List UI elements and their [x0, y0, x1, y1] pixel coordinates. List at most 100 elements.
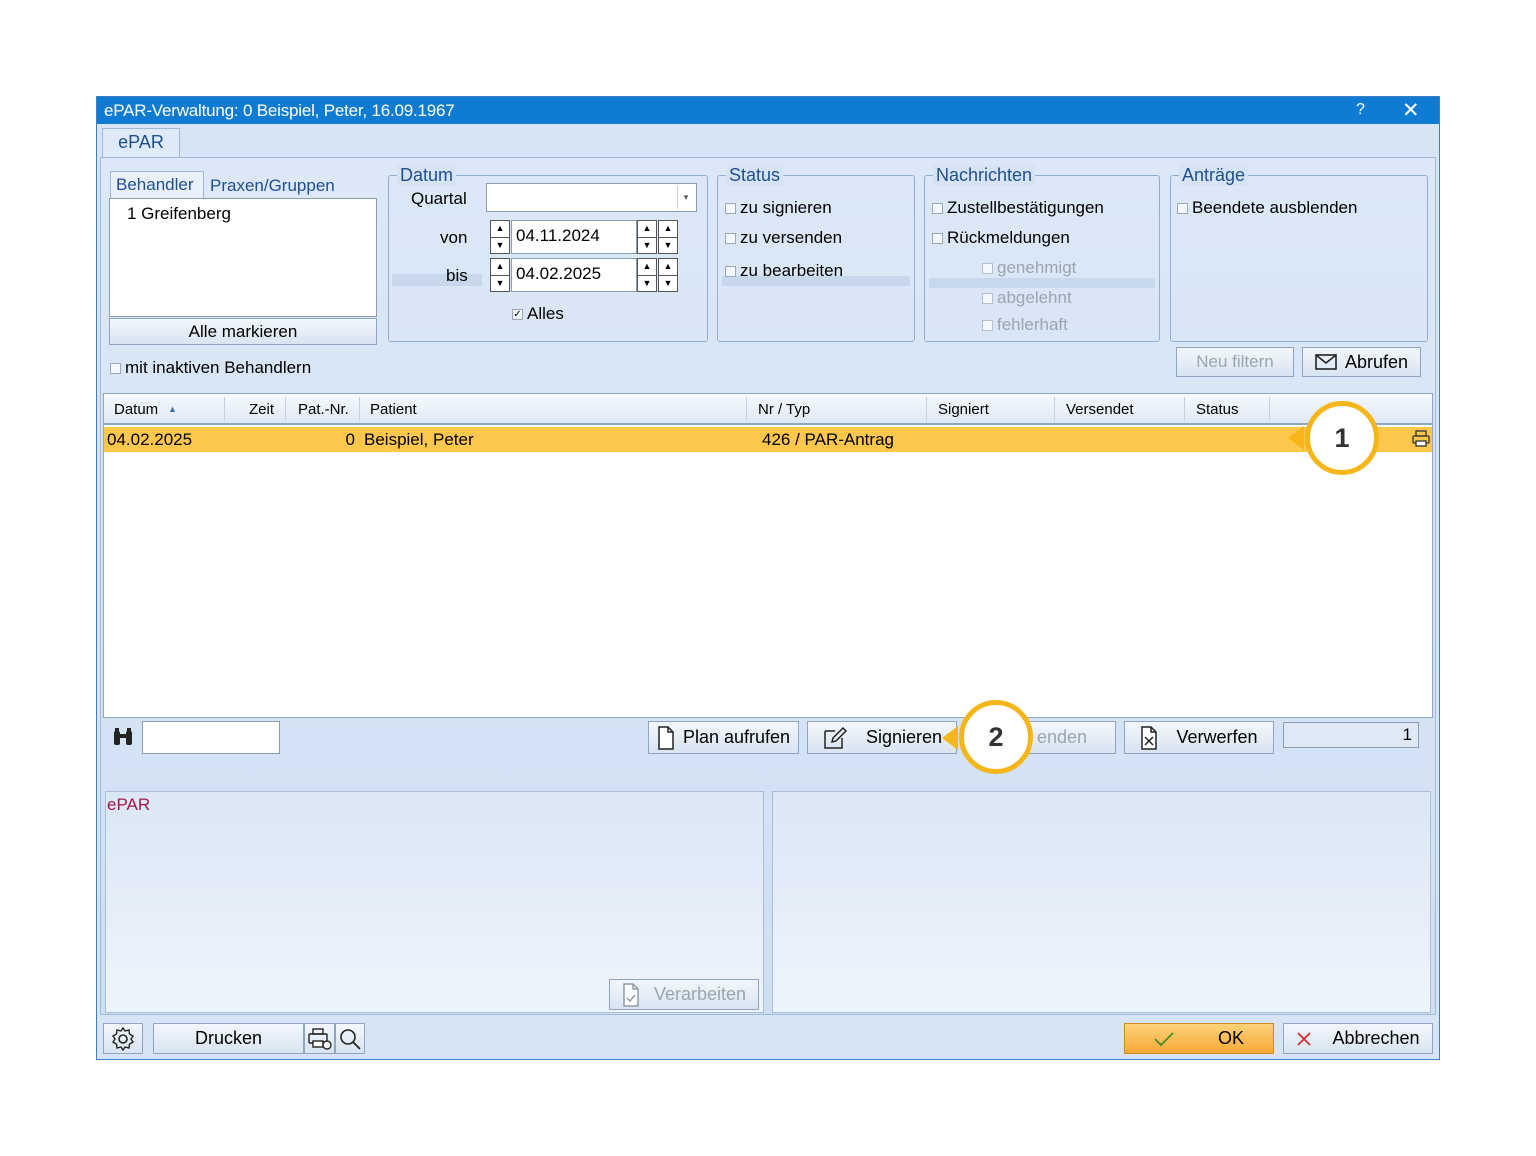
ok-button[interactable]: OK [1124, 1023, 1274, 1054]
help-button[interactable]: ? [1356, 101, 1365, 119]
printer-icon[interactable] [1412, 430, 1430, 448]
up-arrow-icon[interactable]: ▲ [659, 221, 677, 237]
table-header: Datum ▲ Zeit Pat.-Nr. Patient Nr / Typ S… [104, 394, 1432, 425]
search-input[interactable] [142, 721, 280, 754]
table-row[interactable]: 04.02.2025 0 Beispiel, Peter 426 / PAR-A… [104, 427, 1432, 452]
column-header-pat-nr[interactable]: Pat.-Nr. [298, 401, 349, 418]
verwerfen-button[interactable]: Verwerfen [1124, 721, 1274, 754]
inactive-behandler-checkbox[interactable]: mit inaktiven Behandlern [110, 358, 311, 378]
von-spinner-day[interactable]: ▲ ▼ [637, 220, 657, 254]
callout-1: 1 [1305, 401, 1379, 475]
settings-button[interactable] [103, 1023, 143, 1054]
checkbox-box[interactable] [982, 292, 993, 304]
column-separator[interactable] [746, 397, 747, 421]
down-arrow-icon[interactable]: ▼ [491, 236, 509, 254]
behandler-list[interactable]: 1 Greifenberg [109, 198, 377, 317]
down-arrow-icon[interactable]: ▼ [659, 274, 677, 292]
column-header-signiert[interactable]: Signiert [938, 401, 989, 418]
checkbox-checked[interactable]: ✓ [512, 308, 523, 320]
checkbox-box[interactable] [982, 319, 993, 331]
mark-all-button[interactable]: Alle markieren [109, 318, 377, 345]
checkbox-box[interactable] [725, 202, 736, 214]
signieren-label: Signieren [865, 727, 943, 747]
ok-label: OK [1217, 1028, 1244, 1048]
document-icon [658, 725, 674, 750]
bis-spinner-day[interactable]: ▲ ▼ [637, 258, 657, 292]
down-arrow-icon[interactable]: ▼ [659, 236, 677, 254]
column-separator[interactable] [926, 397, 927, 421]
up-arrow-icon[interactable]: ▲ [638, 259, 656, 275]
column-header-status[interactable]: Status [1196, 401, 1239, 418]
signieren-button[interactable]: Signieren [807, 721, 957, 754]
chevron-down-icon[interactable]: ▾ [677, 186, 694, 209]
tab-epar[interactable]: ePAR [102, 128, 180, 158]
list-item[interactable]: 1 Greifenberg [127, 204, 231, 224]
fehlerhaft-checkbox[interactable]: fehlerhaft [982, 315, 1068, 335]
quartal-select[interactable]: ▾ [486, 183, 697, 212]
abgelehnt-checkbox[interactable]: abgelehnt [982, 288, 1072, 308]
von-date-field[interactable]: 04.11.2024 [511, 220, 637, 254]
up-arrow-icon[interactable]: ▲ [659, 259, 677, 275]
bis-date-field[interactable]: 04.02.2025 [511, 258, 637, 292]
print-settings-button[interactable] [304, 1023, 335, 1054]
group-title: Status [726, 165, 784, 186]
column-separator[interactable] [224, 397, 225, 421]
checkbox-box[interactable] [1177, 202, 1188, 214]
zu-versenden-checkbox[interactable]: zu versenden [725, 228, 842, 248]
checkbox-box[interactable] [725, 232, 736, 244]
plan-aufrufen-button[interactable]: Plan aufrufen [648, 721, 799, 754]
checkbox-box[interactable] [110, 362, 121, 374]
bis-label: bis [446, 266, 468, 285]
drucken-label: Drucken [194, 1028, 263, 1048]
verwerfen-label: Verwerfen [1176, 727, 1258, 747]
checkbox-box[interactable] [932, 202, 943, 214]
bis-spinner-month[interactable]: ▲ ▼ [658, 258, 678, 292]
column-separator[interactable] [359, 397, 360, 421]
alles-checkbox[interactable]: ✓ Alles [512, 304, 564, 324]
verarbeiten-button[interactable]: Verarbeiten [609, 979, 759, 1010]
down-arrow-icon[interactable]: ▼ [491, 274, 509, 292]
column-header-patient[interactable]: Patient [370, 401, 417, 418]
drucken-button[interactable]: Drucken [153, 1023, 304, 1054]
group-title: Nachrichten [933, 165, 1036, 186]
checkbox-box[interactable] [982, 262, 993, 274]
print-preview-button[interactable] [335, 1023, 365, 1054]
rueckmeldungen-checkbox[interactable]: Rückmeldungen [932, 228, 1070, 248]
tab-praxen-gruppen[interactable]: Praxen/Gruppen [210, 176, 335, 196]
column-separator[interactable] [1054, 397, 1055, 421]
checkbox-box[interactable] [725, 265, 736, 277]
cell-datum: 04.02.2025 [107, 430, 193, 449]
beendete-ausblenden-checkbox[interactable]: Beendete ausblenden [1177, 198, 1357, 218]
tab-behandler[interactable]: Behandler [110, 171, 204, 198]
column-header-versendet[interactable]: Versendet [1066, 401, 1134, 418]
zu-signieren-checkbox[interactable]: zu signieren [725, 198, 832, 218]
plan-aufrufen-label: Plan aufrufen [682, 727, 791, 747]
column-separator[interactable] [1184, 397, 1185, 421]
bis-spinner-left[interactable]: ▲ ▼ [490, 258, 510, 292]
down-arrow-icon[interactable]: ▼ [638, 274, 656, 292]
close-button[interactable]: ✕ [1402, 98, 1420, 123]
checkmark-icon [1154, 1031, 1174, 1046]
checkbox-label: zu signieren [740, 198, 832, 217]
von-spinner-left[interactable]: ▲ ▼ [490, 220, 510, 254]
column-header-datum[interactable]: Datum [114, 401, 158, 418]
up-arrow-icon[interactable]: ▲ [491, 221, 509, 237]
abrufen-button[interactable]: Abrufen [1302, 347, 1421, 377]
zustellbestaetigungen-checkbox[interactable]: Zustellbestätigungen [932, 198, 1104, 218]
checkbox-box[interactable] [932, 232, 943, 244]
up-arrow-icon[interactable]: ▲ [491, 259, 509, 275]
column-separator[interactable] [285, 397, 286, 421]
zu-bearbeiten-checkbox[interactable]: zu bearbeiten [725, 261, 843, 281]
binoculars-icon[interactable] [112, 728, 134, 751]
column-separator[interactable] [1269, 397, 1270, 421]
up-arrow-icon[interactable]: ▲ [638, 221, 656, 237]
abbrechen-button[interactable]: Abbrechen [1283, 1023, 1433, 1054]
column-header-zeit[interactable]: Zeit [249, 401, 274, 418]
gear-icon [112, 1026, 134, 1051]
genehmigt-checkbox[interactable]: genehmigt [982, 258, 1076, 278]
von-spinner-month[interactable]: ▲ ▼ [658, 220, 678, 254]
down-arrow-icon[interactable]: ▼ [638, 236, 656, 254]
neu-filtern-button[interactable]: Neu filtern [1176, 347, 1294, 377]
column-header-nr-typ[interactable]: Nr / Typ [758, 401, 810, 418]
neu-filtern-label: Neu filtern [1196, 352, 1274, 371]
